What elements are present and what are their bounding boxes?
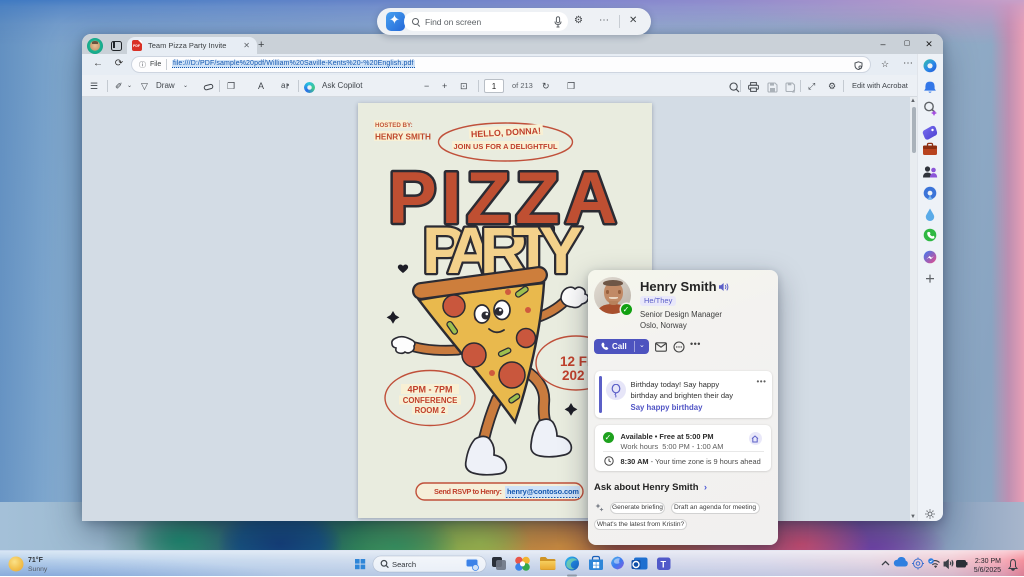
svg-text:HOSTED BY:: HOSTED BY: xyxy=(375,122,413,129)
svg-text:T: T xyxy=(661,560,667,570)
svg-text:CONFERENCE: CONFERENCE xyxy=(403,396,458,405)
svg-text:4PM - 7PM: 4PM - 7PM xyxy=(407,385,452,395)
svg-text:Send RSVP to Henry:: Send RSVP to Henry: xyxy=(434,487,502,496)
svg-text:71°F: 71°F xyxy=(28,556,44,564)
svg-text:202: 202 xyxy=(562,368,585,383)
svg-text:JOIN US FOR A DELIGHTFUL: JOIN US FOR A DELIGHTFUL xyxy=(454,142,558,151)
svg-text:Sunny: Sunny xyxy=(28,566,48,573)
svg-text:2:30 PM: 2:30 PM xyxy=(975,558,1001,565)
svg-text:henry@contoso.com: henry@contoso.com xyxy=(507,487,579,496)
svg-text:Search: Search xyxy=(392,560,416,569)
svg-text:5/6/2025: 5/6/2025 xyxy=(974,567,1001,574)
svg-text:HENRY SMITH: HENRY SMITH xyxy=(375,133,431,142)
svg-text:ROOM 2: ROOM 2 xyxy=(415,406,446,415)
